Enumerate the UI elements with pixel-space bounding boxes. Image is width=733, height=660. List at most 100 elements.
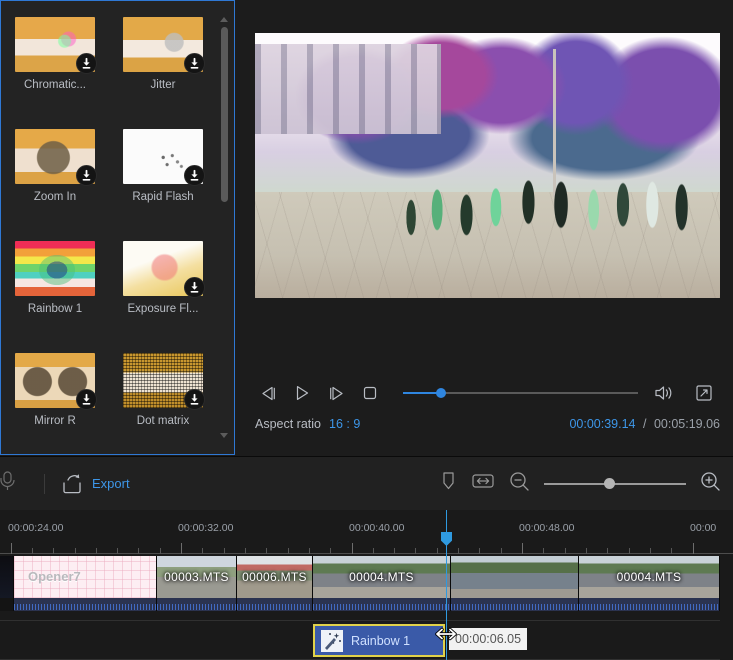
effect-item-exposure-fl[interactable]: Exposure Fl... — [109, 237, 217, 349]
effect-item-label: Rainbow 1 — [27, 303, 83, 315]
clip-00004-a[interactable]: 00004.MTS — [313, 556, 451, 611]
effect-clip-label: Rainbow 1 — [351, 633, 411, 648]
previous-frame-button[interactable] — [251, 380, 285, 406]
effect-item-mirror-r[interactable]: Mirror R — [1, 349, 109, 454]
volume-knob[interactable] — [436, 388, 446, 398]
ruler-tick-minor — [202, 548, 203, 554]
fit-to-window-button[interactable] — [471, 471, 495, 496]
zoom-slider[interactable] — [544, 476, 686, 492]
magic-wand-icon — [321, 629, 343, 652]
clip-title: 00004.MTS — [616, 570, 682, 584]
effect-item-rainbow-1[interactable]: Rainbow 1 — [1, 237, 109, 349]
download-icon[interactable] — [76, 389, 97, 410]
download-icon[interactable] — [184, 277, 205, 298]
ruler-time-label: 00:00:40.00 — [349, 522, 405, 534]
ruler-tick-minor — [117, 548, 118, 554]
clip-audio-waveform — [14, 598, 156, 611]
effect-item-chromatic[interactable]: Chromatic... — [1, 13, 109, 125]
effect-item-zoom-in[interactable]: Zoom In — [1, 125, 109, 237]
effect-thumbnail — [15, 241, 95, 296]
ruler-tick-minor — [160, 548, 161, 554]
fullscreen-icon — [696, 385, 712, 401]
effects-row: Mirror R Dot matrix — [1, 349, 217, 454]
fullscreen-button[interactable] — [687, 380, 721, 406]
ruler-time-label: 00:00:48.00 — [519, 522, 575, 534]
effect-item-jitter[interactable]: Jitter — [109, 13, 217, 125]
effects-track[interactable]: Rainbow 1 — [0, 620, 720, 660]
download-icon[interactable] — [184, 165, 205, 186]
effects-scrollbar-thumb[interactable] — [221, 27, 228, 202]
volume-icon — [655, 386, 672, 400]
ruler-tick-minor — [245, 548, 246, 554]
effect-item-label: Chromatic... — [24, 79, 86, 91]
ruler-tick-minor — [458, 548, 459, 554]
clip-thumbnail-strip — [0, 556, 13, 598]
scroll-up-arrow-icon[interactable] — [220, 17, 228, 22]
marker-icon — [443, 472, 454, 490]
ruler-tick-major — [693, 543, 694, 554]
video-track[interactable]: Opener7 00003.MTS 00006.MTS 00004.MTS 00004.… — [0, 556, 720, 611]
effect-thumbnail-wrap — [15, 241, 95, 296]
ruler-time-label: 00:00:32.00 — [178, 522, 234, 534]
ruler-tick-minor — [607, 548, 608, 554]
download-icon[interactable] — [184, 389, 205, 410]
video-preview[interactable] — [255, 33, 720, 298]
ruler-tick-minor — [586, 548, 587, 554]
effect-item-rapid-flash[interactable]: Rapid Flash — [109, 125, 217, 237]
play-icon — [296, 386, 308, 400]
scroll-down-arrow-icon[interactable] — [220, 433, 228, 438]
stop-button[interactable] — [353, 380, 387, 406]
effect-thumbnail-wrap — [123, 241, 205, 298]
clip-00003[interactable]: 00003.MTS — [157, 556, 237, 611]
effect-thumbnail-wrap — [123, 353, 205, 410]
clip-00004-b[interactable] — [451, 556, 579, 611]
effect-thumbnail-wrap — [123, 17, 205, 74]
ruler-tick-minor — [288, 548, 289, 554]
horizontal-resize-cursor — [428, 626, 464, 642]
clip-thumbnail-strip — [451, 556, 578, 598]
export-button[interactable]: Export — [55, 469, 136, 499]
download-icon[interactable] — [184, 53, 205, 74]
effect-item-label: Exposure Fl... — [127, 303, 199, 315]
effect-thumbnail-wrap — [123, 129, 205, 186]
toolbar-divider — [44, 473, 45, 494]
ruler-time-label: 00:00 — [690, 522, 717, 534]
effect-item-dot-matrix[interactable]: Dot matrix — [109, 349, 217, 454]
effect-clip-rainbow-1[interactable]: Rainbow 1 — [313, 624, 445, 657]
ruler-tick-minor — [565, 548, 566, 554]
aspect-ratio-label: Aspect ratio — [255, 417, 322, 431]
voiceover-button[interactable] — [0, 468, 20, 499]
clip-black[interactable] — [0, 556, 14, 611]
zoom-out-button[interactable] — [509, 471, 530, 497]
timeline-panel: 00:00:24.00 00:00:32.00 00:00:40.00 00:00:4… — [0, 510, 733, 660]
ruler-tick-minor — [266, 548, 267, 554]
aspect-ratio-value[interactable]: 16 : 9 — [329, 417, 360, 431]
ruler-time-label: 00:00:24.00 — [8, 522, 64, 534]
ruler-baseline — [0, 553, 733, 554]
clip-00004-c[interactable]: 00004.MTS — [579, 556, 720, 611]
timeline-tools — [440, 470, 733, 497]
next-frame-button[interactable] — [319, 380, 353, 406]
time-display: 00:00:39.14 / 00:05:19.06 — [569, 417, 720, 431]
zoom-knob[interactable] — [604, 478, 615, 489]
ruler-tick-minor — [75, 548, 76, 554]
volume-slider[interactable] — [403, 383, 638, 403]
preview-building — [255, 43, 441, 134]
timeline-ruler[interactable]: 00:00:24.00 00:00:32.00 00:00:40.00 00:00:4… — [0, 522, 733, 554]
play-button[interactable] — [285, 380, 319, 406]
clip-audio-waveform — [157, 598, 236, 611]
effect-item-label: Jitter — [150, 79, 176, 91]
effect-item-label: Mirror R — [34, 415, 76, 427]
download-icon[interactable] — [76, 165, 97, 186]
marker-button[interactable] — [440, 470, 457, 497]
clip-00006[interactable]: 00006.MTS — [237, 556, 313, 611]
volume-button[interactable] — [647, 380, 681, 406]
time-separator: / — [642, 417, 647, 431]
download-icon[interactable] — [76, 53, 97, 74]
zoom-in-button[interactable] — [700, 471, 721, 497]
ruler-tick-minor — [309, 548, 310, 554]
effects-row: Zoom In Rapid Flash — [1, 125, 217, 237]
clip-opener7[interactable]: Opener7 — [14, 556, 157, 611]
effects-scrollbar[interactable] — [217, 1, 232, 454]
effects-row: Rainbow 1 Exposure Fl... — [1, 237, 217, 349]
